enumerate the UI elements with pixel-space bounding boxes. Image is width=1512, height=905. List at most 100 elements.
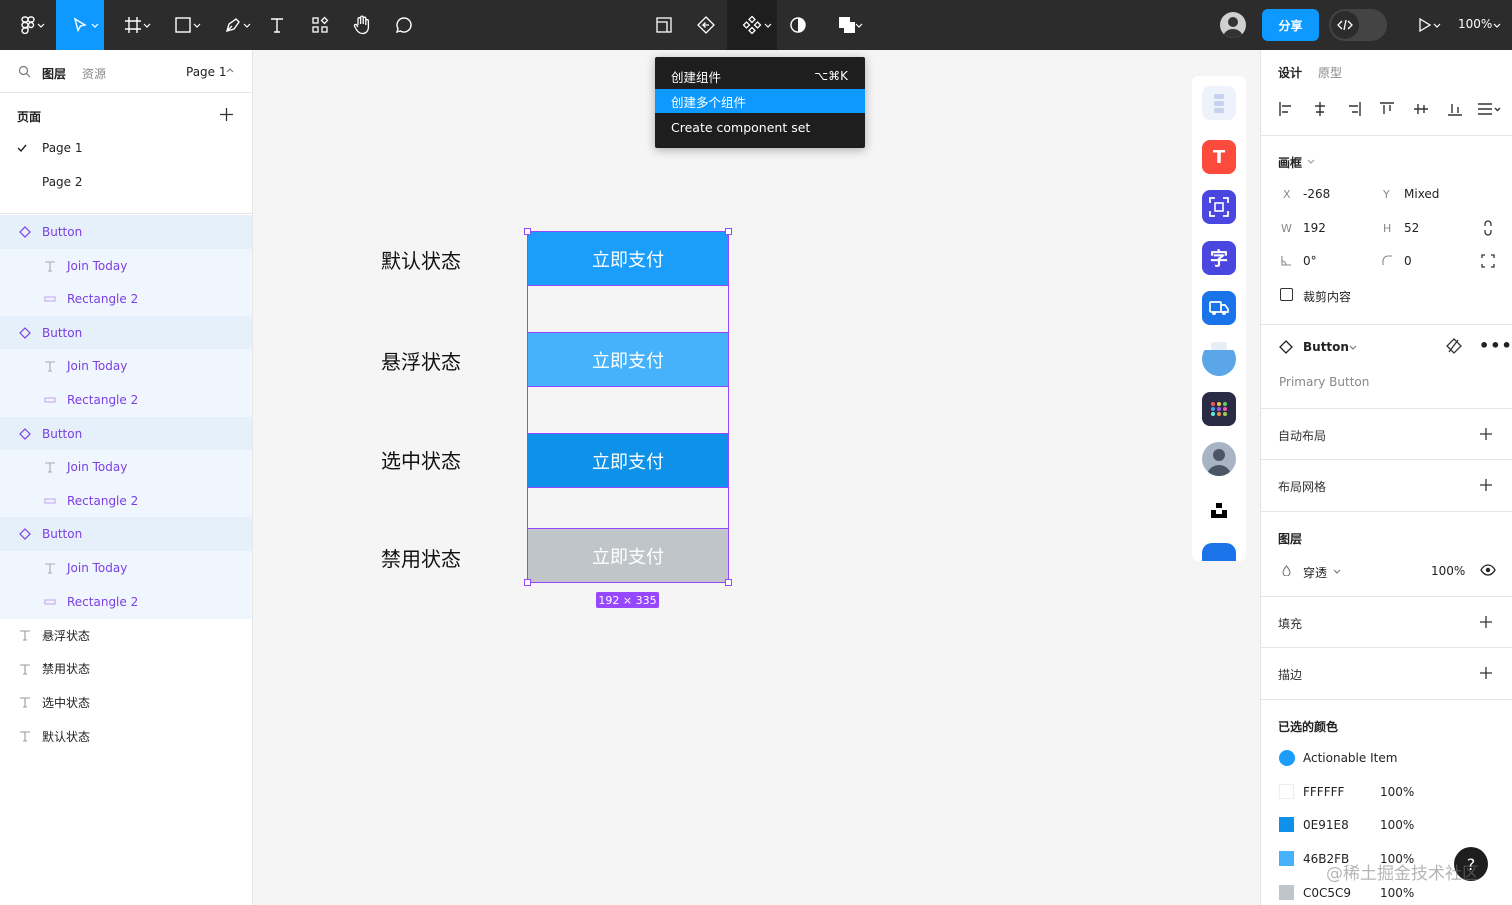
add-fill-icon[interactable] <box>1479 615 1493 629</box>
resize-handle-tr[interactable] <box>725 228 732 235</box>
layer-row-rectangle[interactable]: Rectangle 2 <box>0 483 252 518</box>
blend-mode-select[interactable]: 穿透 <box>1303 564 1327 581</box>
boolean-button[interactable] <box>826 0 868 50</box>
hand-tool-button[interactable] <box>346 0 378 50</box>
plugin-scan-icon[interactable] <box>1202 190 1236 224</box>
layer-opacity-input[interactable]: 100% <box>1431 564 1465 578</box>
plugin-avatar-icon[interactable] <box>1202 442 1236 476</box>
eye-icon[interactable] <box>1480 564 1496 576</box>
avatar[interactable] <box>1220 12 1246 38</box>
color-swatch[interactable] <box>1279 783 1294 799</box>
align-left-icon[interactable] <box>1277 100 1295 118</box>
add-page-icon[interactable] <box>220 108 233 121</box>
add-auto-layout-icon[interactable] <box>1479 427 1493 441</box>
text-tool-button[interactable] <box>262 0 292 50</box>
align-center-h-icon[interactable] <box>1311 100 1329 118</box>
menu-item-create-component[interactable]: 创建组件 ⌥⌘K <box>655 64 865 88</box>
resize-handle-tl[interactable] <box>524 228 531 235</box>
shape-tool-button[interactable] <box>162 0 204 50</box>
chevron-down-icon[interactable] <box>1307 157 1315 165</box>
plugin-t-icon[interactable]: T <box>1202 140 1236 174</box>
pen-tool-button[interactable] <box>212 0 254 50</box>
color-name[interactable]: Actionable Item <box>1303 751 1397 765</box>
y-input[interactable]: Mixed <box>1404 187 1439 201</box>
tab-assets[interactable]: 资源 <box>82 65 106 82</box>
plugin-truck-icon[interactable] <box>1202 291 1236 325</box>
frame-tool-button[interactable] <box>112 0 154 50</box>
plugin-partial-icon[interactable] <box>1202 543 1236 561</box>
more-options-icon[interactable]: ••• <box>1479 336 1512 355</box>
independent-corners-icon[interactable] <box>1481 254 1495 268</box>
plugin-layout-icon[interactable] <box>1202 86 1236 120</box>
share-button[interactable]: 分享 <box>1262 9 1319 41</box>
zoom-level[interactable]: 100% <box>1458 17 1492 31</box>
color-swatch[interactable] <box>1279 817 1294 833</box>
resources-button[interactable] <box>304 0 336 50</box>
reset-instance-button[interactable] <box>690 0 722 50</box>
detach-instance-icon[interactable] <box>1446 338 1462 354</box>
layer-row-text[interactable]: 悬浮状态 <box>0 618 252 652</box>
move-tool-button[interactable] <box>56 0 104 50</box>
plugin-blob-icon[interactable] <box>1202 342 1236 376</box>
plugin-dots-icon[interactable] <box>1202 392 1236 426</box>
layer-row-text[interactable]: Join Today <box>0 551 252 585</box>
layer-row-text[interactable]: 默认状态 <box>0 719 252 753</box>
layer-row-component[interactable]: Button <box>0 517 252 552</box>
align-top-icon[interactable] <box>1378 100 1396 118</box>
layer-row-rectangle[interactable]: Rectangle 2 <box>0 584 252 619</box>
chevron-down-icon[interactable] <box>1333 567 1341 575</box>
h-input[interactable]: 52 <box>1404 221 1419 235</box>
layer-row-rectangle[interactable]: Rectangle 2 <box>0 383 252 417</box>
layer-row-text[interactable]: Join Today <box>0 248 252 283</box>
align-center-v-icon[interactable] <box>1412 100 1430 118</box>
x-input[interactable]: -268 <box>1303 187 1330 201</box>
color-name[interactable]: FFFFFF <box>1303 785 1344 799</box>
layer-row-text[interactable]: Join Today <box>0 450 252 485</box>
tab-prototype[interactable]: 原型 <box>1318 64 1342 81</box>
color-opacity[interactable]: 100% <box>1380 785 1414 799</box>
page-item-1[interactable]: Page 1 <box>42 141 83 155</box>
canvas[interactable]: 默认状态 立即支付 悬浮状态 立即支付 选中状态 立即支付 禁用状态 立即支付 192 × 3… <box>253 50 1260 905</box>
menu-item-create-set[interactable]: Create component set <box>655 115 865 139</box>
color-opacity[interactable]: 100% <box>1380 886 1414 900</box>
component-name[interactable]: Button <box>1303 340 1349 354</box>
add-stroke-icon[interactable] <box>1479 666 1493 680</box>
layer-row-component[interactable]: Button <box>0 215 252 249</box>
layer-row-text[interactable]: Join Today <box>0 349 252 384</box>
clip-content-checkbox[interactable] <box>1280 288 1293 301</box>
chevron-up-icon[interactable] <box>226 67 234 75</box>
align-right-icon[interactable] <box>1345 100 1363 118</box>
color-swatch[interactable] <box>1279 884 1294 900</box>
mask-button[interactable] <box>784 0 812 50</box>
tab-layers[interactable]: 图层 <box>42 65 66 82</box>
add-layout-grid-icon[interactable] <box>1479 478 1493 492</box>
layer-row-rectangle[interactable]: Rectangle 2 <box>0 282 252 317</box>
layer-row-component[interactable]: Button <box>0 315 252 350</box>
search-icon[interactable] <box>18 65 31 78</box>
resize-handle-bl[interactable] <box>524 579 531 586</box>
component-options-button[interactable] <box>727 0 777 50</box>
main-menu-button[interactable] <box>8 0 48 50</box>
chevron-down-icon[interactable] <box>1349 343 1357 351</box>
color-opacity[interactable]: 100% <box>1380 818 1414 832</box>
layer-row-text[interactable]: 禁用状态 <box>0 652 252 686</box>
color-swatch[interactable] <box>1279 750 1295 766</box>
resize-handle-br[interactable] <box>725 579 732 586</box>
radius-input[interactable]: 0 <box>1404 254 1412 268</box>
color-name[interactable]: C0C5C9 <box>1303 886 1351 900</box>
present-button[interactable] <box>1404 0 1444 50</box>
chevron-down-icon[interactable] <box>1492 20 1502 30</box>
layer-row-text[interactable]: 选中状态 <box>0 685 252 719</box>
page-item-2[interactable]: Page 2 <box>42 175 83 189</box>
tab-design[interactable]: 设计 <box>1278 64 1302 81</box>
menu-item-create-multiple[interactable]: 创建多个组件 <box>655 89 865 113</box>
comment-tool-button[interactable] <box>388 0 420 50</box>
dev-mode-toggle[interactable] <box>1329 9 1387 41</box>
layer-row-component[interactable]: Button <box>0 416 252 451</box>
color-swatch[interactable] <box>1279 851 1294 867</box>
frame-section-title[interactable]: 画框 <box>1278 154 1302 171</box>
color-name[interactable]: 0E91E8 <box>1303 818 1349 832</box>
selection-box[interactable] <box>527 231 729 583</box>
constrain-proportions-icon[interactable] <box>1483 220 1493 236</box>
crop-button[interactable] <box>648 0 680 50</box>
